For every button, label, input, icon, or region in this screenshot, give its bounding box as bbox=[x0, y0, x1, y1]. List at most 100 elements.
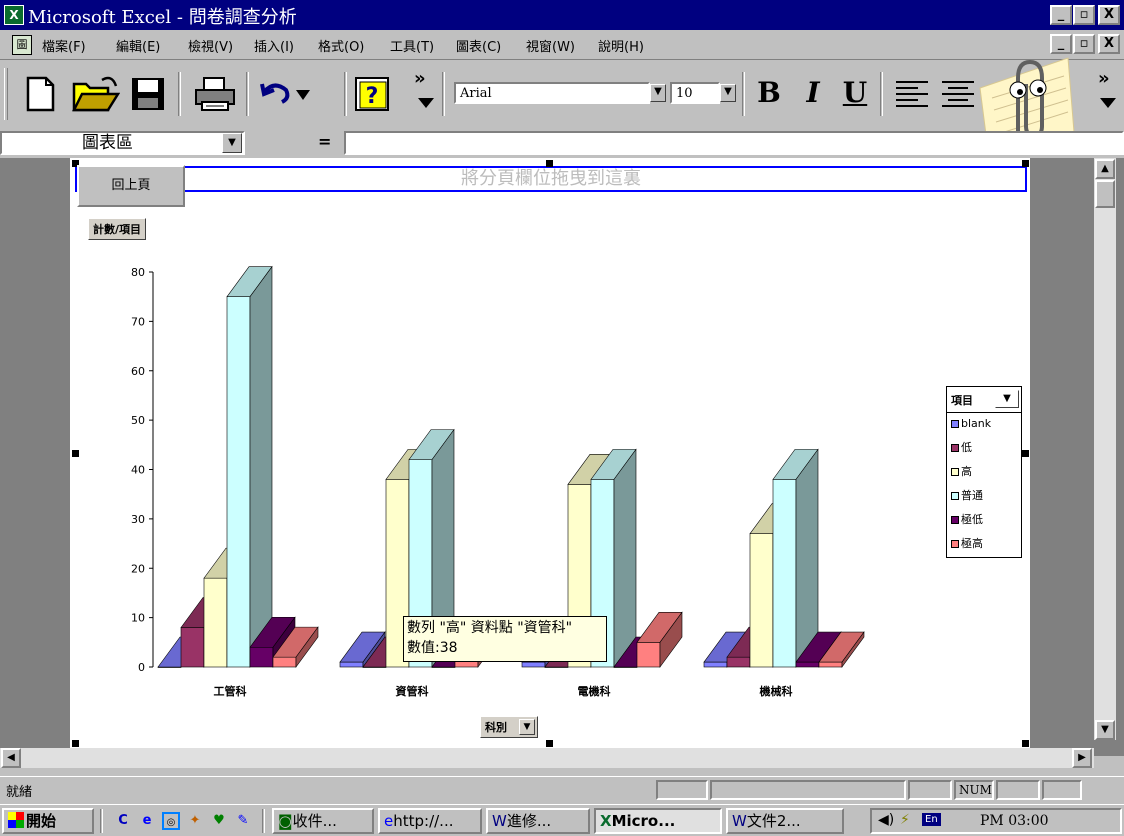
language-indicator[interactable]: En bbox=[922, 813, 941, 826]
series-field-button[interactable]: 項目 ▼ bbox=[947, 387, 1021, 413]
font-size-select[interactable]: 10 bbox=[670, 82, 720, 104]
legend-item-low[interactable]: 低 bbox=[947, 437, 1021, 461]
name-box-dropdown-icon[interactable]: ▼ bbox=[222, 133, 242, 153]
underline-button[interactable]: U bbox=[838, 76, 872, 110]
task-inbox[interactable]: ◙收件... bbox=[272, 808, 374, 834]
print-icon[interactable] bbox=[194, 76, 236, 112]
back-button[interactable]: 回上頁 bbox=[77, 165, 185, 207]
outlook-icon: ◙ bbox=[278, 812, 293, 830]
bar-side bbox=[249, 265, 273, 668]
system-tray: ◀) ⚡ En PM 03:00 bbox=[870, 808, 1122, 834]
status-pane bbox=[908, 780, 952, 800]
selection-handle[interactable] bbox=[546, 740, 553, 747]
scroll-down-icon[interactable]: ▼ bbox=[1095, 720, 1115, 740]
series-dropdown-icon[interactable]: ▼ bbox=[995, 390, 1019, 408]
menu-tools[interactable]: 工具(T) bbox=[390, 36, 434, 55]
legend-swatch bbox=[951, 444, 959, 452]
font-size-dropdown-icon[interactable]: ▼ bbox=[720, 84, 736, 102]
bar bbox=[339, 661, 364, 668]
selection-handle[interactable] bbox=[546, 160, 553, 167]
start-button[interactable]: 開始 bbox=[2, 808, 94, 834]
tooltip-value-line: 數值:38 bbox=[407, 640, 458, 656]
open-icon[interactable] bbox=[71, 76, 121, 112]
quick-launch-channels-icon[interactable]: ✦ bbox=[186, 812, 204, 830]
legend-item-very-low[interactable]: 極低 bbox=[947, 509, 1021, 533]
toolbar-options-arrow-icon[interactable] bbox=[418, 98, 434, 108]
task-word-doc2[interactable]: W文件2... bbox=[726, 808, 844, 834]
help-icon[interactable]: ? bbox=[354, 76, 390, 112]
minimize-button[interactable]: _ bbox=[1050, 5, 1072, 25]
category-dropdown-icon[interactable]: ▼ bbox=[519, 719, 535, 735]
font-name-select[interactable]: Arial bbox=[454, 82, 650, 104]
save-icon[interactable] bbox=[130, 76, 166, 112]
quick-launch-edit-icon[interactable]: ✎ bbox=[234, 812, 252, 830]
selection-handle[interactable] bbox=[72, 740, 79, 747]
task-browser[interactable]: ehttp://... bbox=[378, 808, 482, 834]
excel-icon[interactable]: X bbox=[4, 5, 24, 25]
chart-area[interactable]: 將分頁欄位拖曳到這裏 計數/項目 0 10 20 30 40 50 60 70 80 工管科 資管科… bbox=[70, 158, 1030, 748]
quick-launch-desktop-icon[interactable]: ◎ bbox=[162, 812, 180, 830]
scroll-left-icon[interactable]: ◀ bbox=[1, 748, 21, 768]
quick-launch-outlook-icon[interactable]: C bbox=[114, 812, 132, 830]
status-ready: 就緒 bbox=[6, 785, 33, 800]
menu-window[interactable]: 視窗(W) bbox=[526, 36, 575, 55]
toolbar-options-arrow-2-icon[interactable] bbox=[1100, 98, 1116, 108]
more-buttons-icon[interactable]: » bbox=[414, 68, 434, 89]
legend-item-normal[interactable]: 普通 bbox=[947, 485, 1021, 509]
y-tick-label: 30 bbox=[131, 513, 145, 526]
legend-swatch bbox=[951, 468, 959, 476]
x-tick-label: 工管科 bbox=[214, 684, 247, 698]
name-box[interactable]: 圖表區 bbox=[0, 131, 245, 155]
menu-help[interactable]: 說明(H) bbox=[598, 36, 644, 55]
workbook-icon[interactable]: 圖 bbox=[12, 35, 32, 55]
formula-equals: = bbox=[318, 132, 332, 151]
task-word-doc[interactable]: W進修... bbox=[486, 808, 590, 834]
quick-launch-app-icon[interactable]: ♥ bbox=[210, 812, 228, 830]
menu-insert[interactable]: 插入(I) bbox=[254, 36, 294, 55]
status-bar: 就緒 NUM bbox=[0, 776, 1124, 802]
toolbar-grip[interactable] bbox=[4, 68, 8, 120]
menu-view[interactable]: 檢視(V) bbox=[188, 36, 233, 55]
legend-item-very-high[interactable]: 極高 bbox=[947, 533, 1021, 557]
legend[interactable]: 項目 ▼ blank 低 高 普通 極低 極高 bbox=[946, 386, 1022, 558]
close-button[interactable]: X bbox=[1098, 5, 1120, 25]
bold-button[interactable]: B bbox=[752, 76, 786, 110]
vertical-scroll-thumb[interactable] bbox=[1095, 180, 1115, 208]
italic-button[interactable]: I bbox=[796, 76, 830, 110]
menu-chart[interactable]: 圖表(C) bbox=[456, 36, 501, 55]
y-tick-label: 50 bbox=[131, 414, 145, 427]
legend-item-high[interactable]: 高 bbox=[947, 461, 1021, 485]
more-buttons-2-icon[interactable]: » bbox=[1098, 68, 1118, 89]
selection-handle[interactable] bbox=[1022, 740, 1029, 747]
category-field-button[interactable]: 科別 ▼ bbox=[480, 716, 538, 738]
selection-handle[interactable] bbox=[1022, 450, 1029, 457]
font-name-dropdown-icon[interactable]: ▼ bbox=[650, 84, 666, 102]
network-icon[interactable]: ⚡ bbox=[900, 812, 910, 828]
quick-launch-ie-icon[interactable]: e bbox=[138, 812, 156, 830]
vertical-scrollbar[interactable]: ▲ ▼ bbox=[1094, 158, 1116, 740]
doc-close-button[interactable]: X bbox=[1098, 34, 1120, 54]
scroll-up-icon[interactable]: ▲ bbox=[1095, 159, 1115, 179]
status-pane bbox=[710, 780, 906, 800]
menu-format[interactable]: 格式(O) bbox=[318, 36, 364, 55]
align-left-icon[interactable] bbox=[894, 76, 930, 112]
taskbar: 開始 C e ◎ ✦ ♥ ✎ ◙收件... ehttp://... W進修...… bbox=[0, 804, 1124, 836]
windows-logo-icon bbox=[8, 812, 24, 828]
scroll-right-icon[interactable]: ▶ bbox=[1072, 748, 1092, 768]
task-excel[interactable]: XMicro... bbox=[594, 808, 722, 834]
volume-icon[interactable]: ◀) bbox=[878, 812, 894, 828]
bar bbox=[249, 646, 274, 668]
horizontal-scrollbar[interactable]: ◀ ▶ bbox=[0, 748, 1094, 768]
undo-icon[interactable] bbox=[260, 76, 312, 112]
tooltip-series-line: 數列 "高" 資料點 "資管科" bbox=[407, 620, 573, 636]
new-icon[interactable] bbox=[22, 76, 58, 112]
formula-input[interactable] bbox=[344, 131, 1124, 155]
menu-edit[interactable]: 編輯(E) bbox=[116, 36, 160, 55]
bar bbox=[636, 642, 661, 668]
selection-handle[interactable] bbox=[72, 450, 79, 457]
menu-file[interactable]: 檔案(F) bbox=[42, 36, 86, 55]
selection-handle[interactable] bbox=[1022, 160, 1029, 167]
legend-item-blank[interactable]: blank bbox=[947, 413, 1021, 437]
bar bbox=[818, 661, 843, 668]
restore-button[interactable]: ▫ bbox=[1073, 5, 1095, 25]
